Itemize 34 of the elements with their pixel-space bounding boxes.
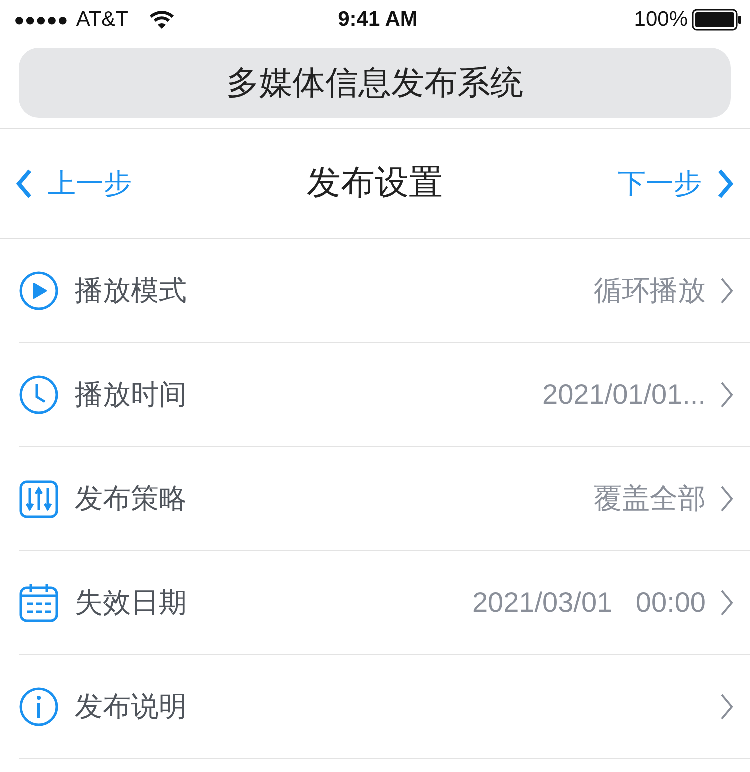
chevron-right-icon — [720, 380, 734, 408]
chevron-left-icon — [16, 168, 32, 198]
row-value: 覆盖全部 — [594, 482, 706, 516]
wifi-icon — [148, 10, 174, 30]
settings-row[interactable]: 播放时间 2021/01/01... — [19, 343, 750, 447]
row-label: 失效日期 — [75, 586, 187, 620]
page-title: 发布设置 — [307, 164, 443, 202]
chevron-right-icon — [720, 276, 734, 304]
sliders-icon — [19, 478, 59, 518]
chevron-right-icon — [720, 484, 734, 512]
row-value: 2021/03/01 00:00 — [472, 586, 706, 620]
settings-row[interactable]: 发布策略 覆盖全部 — [19, 447, 750, 551]
row-value: 循环播放 — [594, 274, 706, 308]
battery-percent: 100% — [634, 7, 688, 34]
status-time: 9:41 AM — [338, 8, 418, 32]
row-label: 发布策略 — [75, 482, 187, 516]
signal-dots: ●●●●● — [14, 8, 68, 32]
calendar-icon — [19, 582, 59, 622]
row-label: 播放时间 — [75, 378, 187, 412]
play-icon — [19, 270, 59, 310]
row-label: 发布说明 — [75, 690, 187, 724]
chevron-right-icon — [720, 588, 734, 616]
settings-row[interactable]: 播放模式 循环播放 — [19, 239, 750, 343]
app-title: 多媒体信息发布系统 — [226, 63, 524, 104]
row-label: 播放模式 — [75, 274, 187, 308]
chevron-right-icon — [718, 168, 734, 198]
info-icon — [19, 686, 59, 726]
carrier-name: AT&T — [76, 7, 128, 34]
battery-icon — [692, 9, 742, 31]
settings-row[interactable]: 失效日期 2021/03/01 00:00 — [19, 551, 750, 655]
chevron-right-icon — [720, 692, 734, 720]
row-value: 2021/01/01... — [542, 378, 706, 412]
settings-row[interactable]: 发布说明 — [19, 655, 750, 759]
clock-icon — [19, 374, 59, 414]
